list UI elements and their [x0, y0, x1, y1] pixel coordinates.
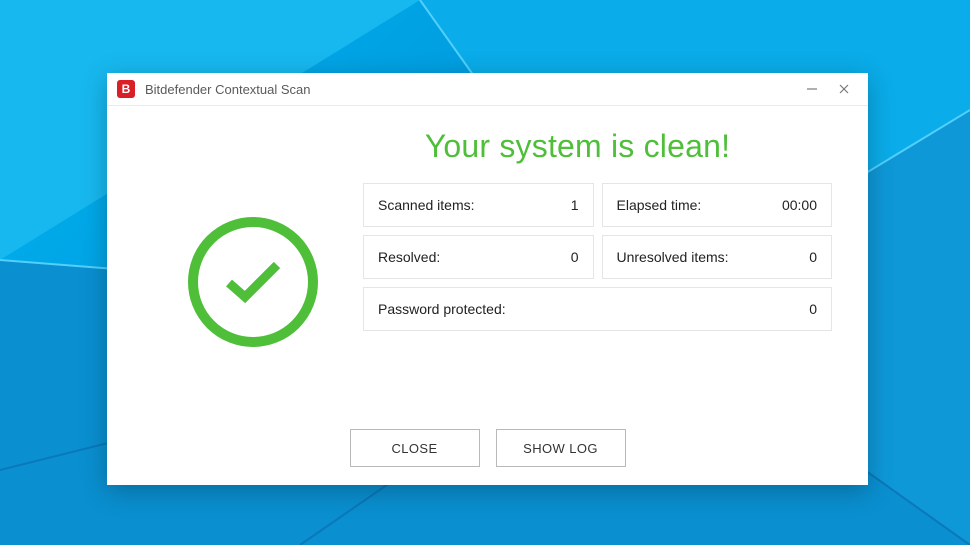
stat-label: Resolved: — [378, 249, 440, 265]
stat-label: Unresolved items: — [617, 249, 729, 265]
stats-column: Scanned items: 1 Elapsed time: 00:00 Res… — [363, 183, 832, 421]
stat-elapsed-time: Elapsed time: 00:00 — [602, 183, 833, 227]
stat-resolved: Resolved: 0 — [363, 235, 594, 279]
status-icon-column — [143, 183, 363, 421]
close-window-button[interactable] — [828, 77, 860, 101]
stat-value: 0 — [809, 301, 817, 317]
stat-unresolved-items: Unresolved items: 0 — [602, 235, 833, 279]
stat-scanned-items: Scanned items: 1 — [363, 183, 594, 227]
stat-password-protected: Password protected: 0 — [363, 287, 832, 331]
show-log-button[interactable]: SHOW LOG — [496, 429, 626, 467]
app-icon: B — [117, 80, 135, 98]
app-icon-letter: B — [122, 83, 131, 95]
footer-buttons: CLOSE SHOW LOG — [143, 421, 832, 467]
content-area: Your system is clean! Scanned items: 1 — [107, 106, 868, 485]
stat-label: Scanned items: — [378, 197, 475, 213]
stat-value: 1 — [571, 197, 579, 213]
close-icon — [838, 83, 850, 95]
result-heading: Your system is clean! — [323, 128, 832, 165]
scan-result-window: B Bitdefender Contextual Scan Your syste… — [107, 73, 868, 485]
success-check-icon — [188, 217, 318, 347]
stat-label: Elapsed time: — [617, 197, 702, 213]
stat-value: 00:00 — [782, 197, 817, 213]
titlebar: B Bitdefender Contextual Scan — [107, 73, 868, 106]
close-button[interactable]: CLOSE — [350, 429, 480, 467]
minimize-icon — [806, 83, 818, 95]
minimize-button[interactable] — [796, 77, 828, 101]
stat-value: 0 — [571, 249, 579, 265]
stat-value: 0 — [809, 249, 817, 265]
window-title: Bitdefender Contextual Scan — [145, 82, 311, 97]
stat-label: Password protected: — [378, 301, 506, 317]
